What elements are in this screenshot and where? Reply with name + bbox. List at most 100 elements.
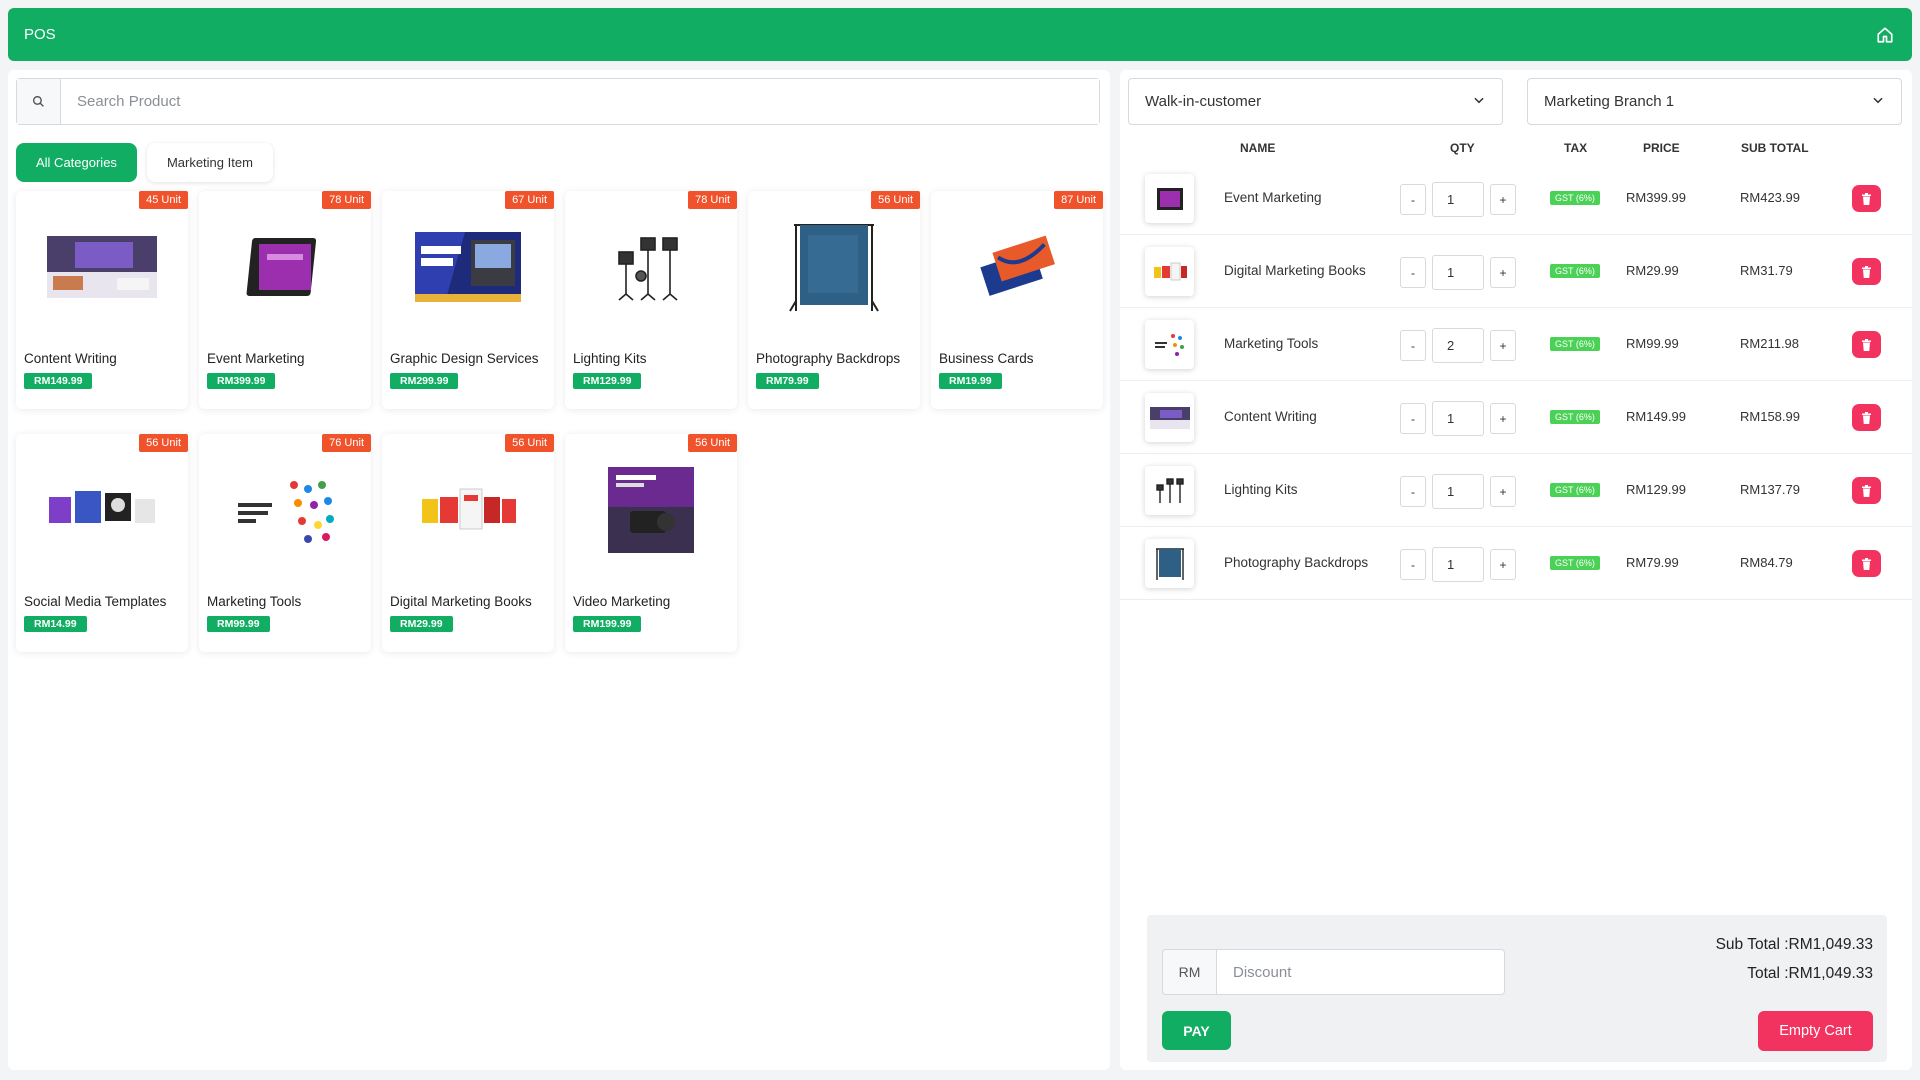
product-card[interactable]: 56 Unit Social Media Templates RM14.99 (16, 434, 188, 652)
cart-item-price: RM99.99 (1626, 336, 1679, 351)
discount-input[interactable] (1217, 949, 1505, 995)
trash-icon (1862, 557, 1871, 570)
product-card[interactable]: 78 Unit Event Marketing RM399.99 (199, 191, 371, 409)
cart-item-subtotal: RM84.79 (1740, 555, 1793, 570)
search-input[interactable] (61, 79, 1099, 124)
increase-qty-button[interactable]: + (1490, 476, 1516, 507)
discount-group: RM (1162, 949, 1505, 995)
cart-item-price: RM29.99 (1626, 263, 1679, 278)
increase-qty-button[interactable]: + (1490, 330, 1516, 361)
cart-item-subtotal: RM31.79 (1740, 263, 1793, 278)
trash-icon (1862, 192, 1871, 205)
product-price: RM399.99 (207, 373, 276, 389)
qty-input[interactable]: 1 (1432, 401, 1484, 436)
qty-input[interactable]: 1 (1432, 547, 1484, 582)
product-card[interactable]: 56 Unit Digital Marketing Books RM29.99 (382, 434, 554, 652)
quantity-stepper: - 1 + (1400, 547, 1516, 582)
product-panel: All Categories Marketing Item 45 Unit Co… (8, 70, 1110, 1070)
product-price: RM14.99 (24, 616, 87, 632)
product-grid: 45 Unit Content Writing RM149.99 78 Unit… (16, 191, 1103, 652)
qty-input[interactable]: 1 (1432, 255, 1484, 290)
category-marketing-item[interactable]: Marketing Item (146, 143, 273, 182)
cart-item-price: RM399.99 (1626, 190, 1686, 205)
increase-qty-button[interactable]: + (1490, 257, 1516, 288)
product-card[interactable]: 56 Unit Video Marketing RM199.99 (565, 434, 737, 652)
cart-row: Content Writing - 1 + GST (6%) RM149.99 … (1120, 381, 1912, 454)
cart-table-header: NAME QTY TAX PRICE SUB TOTAL (1120, 134, 1912, 162)
total-text: Total :RM1,049.33 (1747, 965, 1873, 982)
delete-item-button[interactable] (1852, 477, 1881, 504)
delete-item-button[interactable] (1852, 331, 1881, 358)
cart-item-price: RM129.99 (1626, 482, 1686, 497)
category-all[interactable]: All Categories (16, 143, 137, 182)
quantity-stepper: - 1 + (1400, 255, 1516, 290)
header-name: NAME (1240, 141, 1276, 155)
qty-input[interactable]: 1 (1432, 474, 1484, 509)
search-icon[interactable] (17, 79, 61, 124)
subtotal-text: Sub Total :RM1,049.33 (1715, 936, 1873, 953)
product-image (410, 229, 526, 305)
product-name: Social Media Templates (24, 594, 167, 609)
delete-item-button[interactable] (1852, 185, 1881, 212)
tax-badge: GST (6%) (1550, 410, 1600, 424)
customer-select-value: Walk-in-customer (1145, 93, 1262, 110)
tax-badge: GST (6%) (1550, 264, 1600, 278)
trash-icon (1862, 484, 1871, 497)
stock-badge: 78 Unit (688, 191, 737, 209)
decrease-qty-button[interactable]: - (1400, 330, 1426, 361)
product-name: Graphic Design Services (390, 351, 539, 366)
stock-badge: 56 Unit (688, 434, 737, 452)
product-name: Digital Marketing Books (390, 594, 532, 609)
product-name: Event Marketing (207, 351, 305, 366)
product-image (593, 467, 709, 553)
home-icon[interactable] (1874, 24, 1896, 46)
pay-button[interactable]: PAY (1162, 1011, 1231, 1050)
product-image (776, 224, 892, 312)
increase-qty-button[interactable]: + (1490, 184, 1516, 215)
decrease-qty-button[interactable]: - (1400, 403, 1426, 434)
cart-item-name: Marketing Tools (1224, 336, 1319, 351)
cart-item-name: Lighting Kits (1224, 482, 1298, 497)
decrease-qty-button[interactable]: - (1400, 549, 1426, 580)
customer-select[interactable]: Walk-in-customer (1128, 78, 1503, 125)
cart-item-subtotal: RM423.99 (1740, 190, 1800, 205)
product-name: Photography Backdrops (756, 351, 901, 366)
cart-row: Event Marketing - 1 + GST (6%) RM399.99 … (1120, 162, 1912, 235)
top-bar: POS (8, 8, 1912, 61)
delete-item-button[interactable] (1852, 258, 1881, 285)
product-card[interactable]: 56 Unit Photography Backdrops RM79.99 (748, 191, 920, 409)
product-price: RM299.99 (390, 373, 459, 389)
stock-badge: 87 Unit (1054, 191, 1103, 209)
stock-badge: 76 Unit (322, 434, 371, 452)
quantity-stepper: - 1 + (1400, 182, 1516, 217)
product-card[interactable]: 67 Unit Graphic Design Services RM299.99 (382, 191, 554, 409)
qty-input[interactable]: 1 (1432, 182, 1484, 217)
product-card[interactable]: 78 Unit Lighting Kits RM129.99 (565, 191, 737, 409)
product-card[interactable]: 76 Unit Marketing Tools RM99.99 (199, 434, 371, 652)
decrease-qty-button[interactable]: - (1400, 257, 1426, 288)
product-card[interactable]: 87 Unit Business Cards RM19.99 (931, 191, 1103, 409)
product-image (227, 472, 343, 548)
cart-item-name: Content Writing (1224, 409, 1317, 424)
header-qty: QTY (1450, 141, 1475, 155)
decrease-qty-button[interactable]: - (1400, 476, 1426, 507)
delete-item-button[interactable] (1852, 550, 1881, 577)
tax-badge: GST (6%) (1550, 483, 1600, 497)
branch-select[interactable]: Marketing Branch 1 (1527, 78, 1902, 125)
cart-item-subtotal: RM211.98 (1740, 336, 1800, 351)
stock-badge: 67 Unit (505, 191, 554, 209)
chevron-down-icon (1472, 93, 1486, 111)
increase-qty-button[interactable]: + (1490, 403, 1516, 434)
decrease-qty-button[interactable]: - (1400, 184, 1426, 215)
chevron-down-icon (1871, 93, 1885, 111)
empty-cart-button[interactable]: Empty Cart (1758, 1011, 1873, 1051)
currency-prefix: RM (1162, 949, 1217, 995)
stock-badge: 45 Unit (139, 191, 188, 209)
product-image (44, 472, 160, 548)
increase-qty-button[interactable]: + (1490, 549, 1516, 580)
qty-input[interactable]: 2 (1432, 328, 1484, 363)
delete-item-button[interactable] (1852, 404, 1881, 431)
cart-item-name: Digital Marketing Books (1224, 263, 1366, 278)
product-card[interactable]: 45 Unit Content Writing RM149.99 (16, 191, 188, 409)
tax-badge: GST (6%) (1550, 337, 1600, 351)
